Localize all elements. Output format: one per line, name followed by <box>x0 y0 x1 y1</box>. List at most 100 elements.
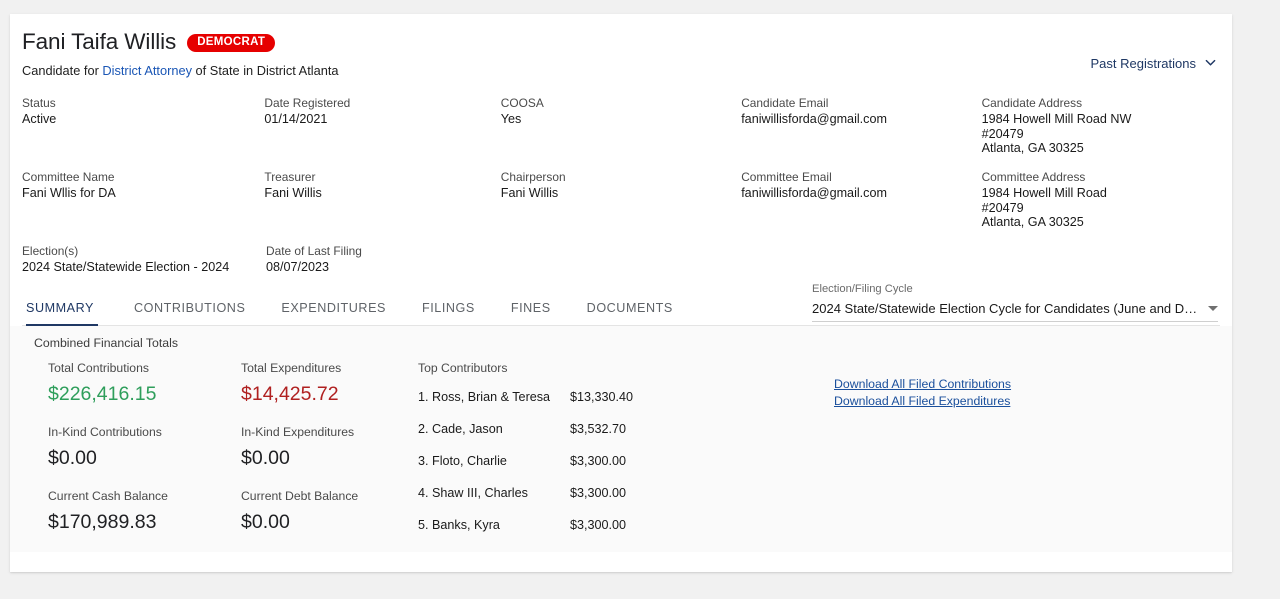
contributor-amount: $13,330.40 <box>570 390 634 404</box>
info-label: Status <box>22 96 56 110</box>
tabs-section: SUMMARY CONTRIBUTIONS EXPENDITURES FILIN… <box>10 283 1232 326</box>
address-line: 1984 Howell Mill Road NW <box>981 112 1132 126</box>
cash-balance-value: $170,989.83 <box>48 511 157 533</box>
candidate-detail-card: Fani Taifa Willis DEMOCRAT Candidate for… <box>10 14 1232 572</box>
total-contributions-label: Total Contributions <box>48 361 149 375</box>
caret-down-icon <box>1208 306 1218 311</box>
tab-contributions[interactable]: CONTRIBUTIONS <box>116 301 263 325</box>
party-badge: DEMOCRAT <box>187 33 276 53</box>
registration-info-grid: Status Active Date Registered 01/14/2021… <box>10 96 1232 286</box>
info-value: 08/07/2023 <box>266 260 330 274</box>
candidate-subtitle: Candidate for District Attorney of State… <box>22 63 1218 79</box>
inkind-expenditures-block: In-Kind Expenditures $0.00 <box>241 424 408 470</box>
info-value: 2024 State/Statewide Election - 2024 <box>22 260 230 274</box>
top-contributors-title: Top Contributors <box>418 361 508 375</box>
election-cycle-label: Election/Filing Cycle <box>812 283 913 295</box>
total-expenditures-block: Total Expenditures $14,425.72 <box>241 360 408 406</box>
total-contributions-block: Total Contributions $226,416.15 <box>48 360 215 406</box>
contributor-amount: $3,300.00 <box>570 518 627 532</box>
financial-column-contributions: Total Contributions $226,416.15 In-Kind … <box>22 360 215 552</box>
info-label: Committee Address <box>981 170 1086 184</box>
info-label: Date of Last Filing <box>266 244 362 258</box>
tab-documents[interactable]: DOCUMENTS <box>569 301 691 325</box>
page-root: Fani Taifa Willis DEMOCRAT Candidate for… <box>0 0 1280 599</box>
financial-column-expenditures: Total Expenditures $14,425.72 In-Kind Ex… <box>215 360 408 552</box>
contributor-amount: $3,300.00 <box>570 454 627 468</box>
download-expenditures-link[interactable]: Download All Filed Expenditures <box>834 393 1011 410</box>
info-cell-last-filing: Date of Last Filing 08/07/2023 <box>266 244 504 286</box>
info-value: Active <box>22 112 57 126</box>
inkind-expenditures-label: In-Kind Expenditures <box>241 425 355 439</box>
candidate-header: Fani Taifa Willis DEMOCRAT Candidate for… <box>10 14 1232 79</box>
info-label: Committee Email <box>741 170 832 184</box>
debt-balance-label: Current Debt Balance <box>241 489 359 503</box>
info-value: faniwillisforda@gmail.com <box>741 112 887 126</box>
tab-fines[interactable]: FINES <box>493 301 569 325</box>
tab-filings[interactable]: FILINGS <box>404 301 493 325</box>
info-value: Yes <box>500 112 522 126</box>
list-item: 3. Floto, Charlie $3,300.00 <box>418 454 808 469</box>
info-cell-candidate-email: Candidate Email faniwillisforda@gmail.co… <box>741 96 981 170</box>
info-label: Chairperson <box>500 170 566 184</box>
info-label: Election(s) <box>22 244 79 258</box>
info-label: Candidate Address <box>981 96 1083 110</box>
inkind-contributions-block: In-Kind Contributions $0.00 <box>48 424 215 470</box>
info-value: Fani Willis <box>264 186 322 200</box>
inkind-contributions-value: $0.00 <box>48 447 97 469</box>
debt-balance-value: $0.00 <box>241 511 290 533</box>
info-value: Fani Wllis for DA <box>22 186 116 200</box>
info-cell-chairperson: Chairperson Fani Willis <box>501 170 741 244</box>
election-cycle-field: Election/Filing Cycle 2024 State/Statewi… <box>812 283 1218 322</box>
info-label: Candidate Email <box>741 96 829 110</box>
election-cycle-select[interactable]: 2024 State/Statewide Election Cycle for … <box>812 301 1218 322</box>
info-cell-elections: Election(s) 2024 State/Statewide Electio… <box>22 244 266 286</box>
debt-balance-block: Current Debt Balance $0.00 <box>241 488 408 534</box>
contributor-name: 3. Floto, Charlie <box>418 454 507 468</box>
list-item: 4. Shaw III, Charles $3,300.00 <box>418 486 808 501</box>
info-label: Date Registered <box>264 96 351 110</box>
download-links: Download All Filed Contributions Downloa… <box>834 376 1011 409</box>
contributor-name: 2. Cade, Jason <box>418 422 503 436</box>
election-cycle-value: 2024 State/Statewide Election Cycle for … <box>812 301 1200 316</box>
info-cell-committee-name: Committee Name Fani Wllis for DA <box>22 170 264 244</box>
inkind-expenditures-value: $0.00 <box>241 447 290 469</box>
tab-summary[interactable]: SUMMARY <box>22 301 116 326</box>
address-line: Atlanta, GA 30325 <box>981 141 1084 155</box>
info-value: 01/14/2021 <box>264 112 328 126</box>
info-label: Treasurer <box>264 170 316 184</box>
contributor-amount: $3,532.70 <box>570 422 627 436</box>
office-link[interactable]: District Attorney <box>102 63 192 78</box>
tab-expenditures[interactable]: EXPENDITURES <box>263 301 404 325</box>
info-cell-status: Status Active <box>22 96 264 170</box>
subtitle-suffix: of State in District Atlanta <box>192 63 339 78</box>
list-item: 5. Banks, Kyra $3,300.00 <box>418 518 808 533</box>
info-row-1: Status Active Date Registered 01/14/2021… <box>22 96 1220 170</box>
cash-balance-block: Current Cash Balance $170,989.83 <box>48 488 215 534</box>
past-registrations-toggle[interactable]: Past Registrations <box>1091 56 1217 71</box>
summary-panel: Combined Financial Totals Total Contribu… <box>10 326 1232 552</box>
download-contributions-link[interactable]: Download All Filed Contributions <box>834 376 1011 393</box>
total-expenditures-label: Total Expenditures <box>241 361 342 375</box>
chevron-down-icon <box>1205 57 1216 68</box>
contributor-name: 4. Shaw III, Charles <box>418 486 528 500</box>
info-label: COOSA <box>500 96 544 110</box>
list-item: 1. Ross, Brian & Teresa $13,330.40 <box>418 390 808 405</box>
info-cell-committee-email: Committee Email faniwillisforda@gmail.co… <box>741 170 981 244</box>
list-item: 2. Cade, Jason $3,532.70 <box>418 422 808 437</box>
info-cell-date-registered: Date Registered 01/14/2021 <box>264 96 500 170</box>
contributor-name: 1. Ross, Brian & Teresa <box>418 390 551 404</box>
info-label: Committee Name <box>22 170 115 184</box>
subtitle-prefix: Candidate for <box>22 63 103 78</box>
total-contributions-value: $226,416.15 <box>48 383 157 405</box>
info-value: 1984 Howell Mill Road NW #20479 Atlanta,… <box>982 112 1210 156</box>
address-line: #20479 <box>981 200 1024 215</box>
past-registrations-label: Past Registrations <box>1090 56 1197 71</box>
address-line: Atlanta, GA 30325 <box>981 215 1084 229</box>
total-expenditures-value: $14,425.72 <box>241 383 339 405</box>
contributor-amount: $3,300.00 <box>570 486 627 500</box>
top-contributors-section: Top Contributors 1. Ross, Brian & Teresa… <box>408 360 808 552</box>
info-cell-candidate-address: Candidate Address 1984 Howell Mill Road … <box>982 96 1220 170</box>
contributor-name: 5. Banks, Kyra <box>418 518 500 532</box>
address-line: 1984 Howell Mill Road <box>981 186 1107 200</box>
info-row-2: Committee Name Fani Wllis for DA Treasur… <box>22 170 1220 244</box>
